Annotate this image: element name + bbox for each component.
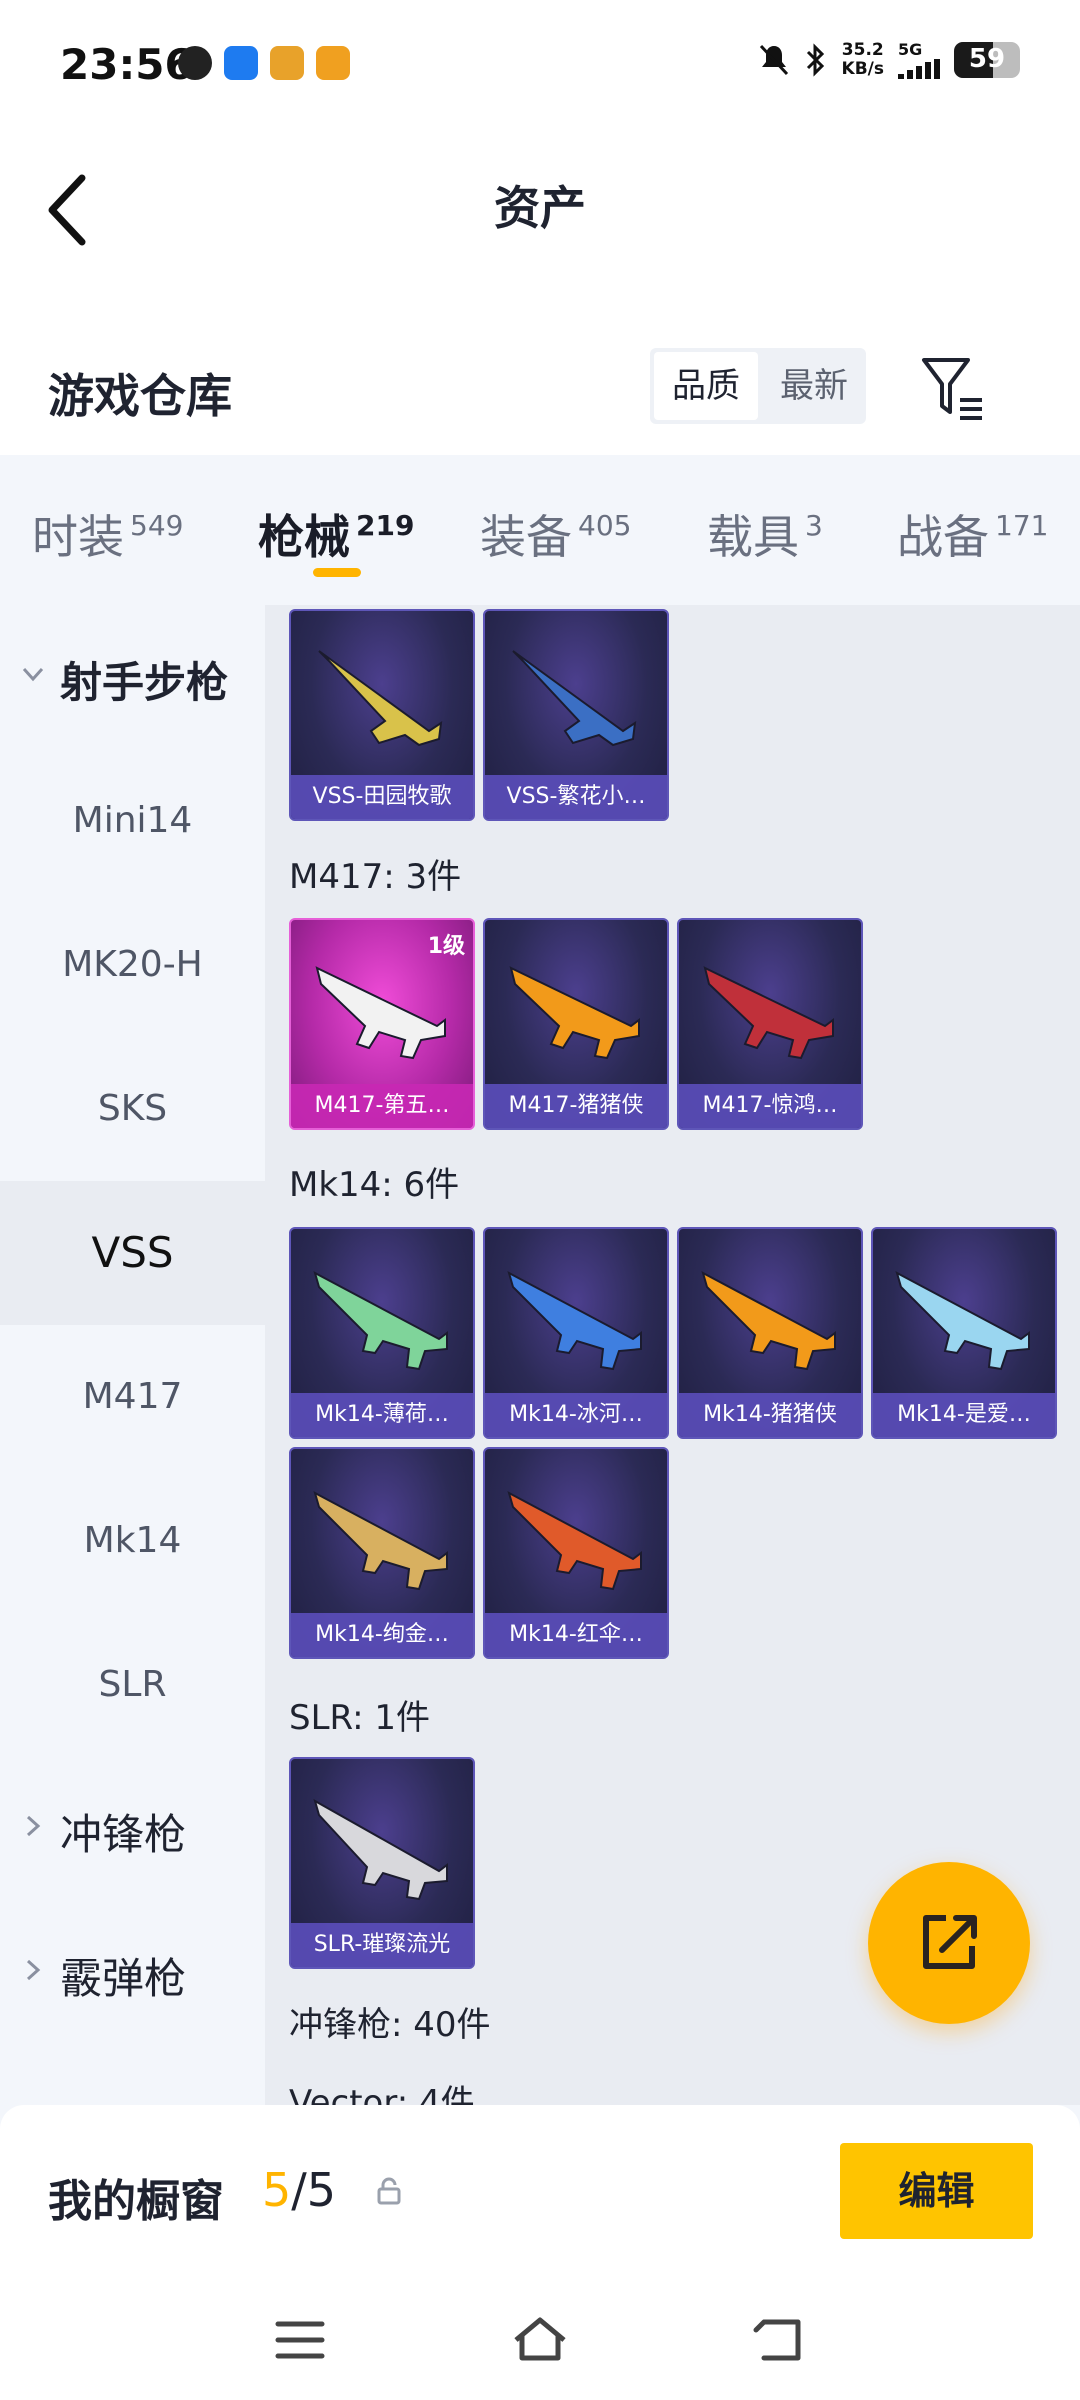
sidebar-item-slr[interactable]: SLR: [0, 1613, 265, 1757]
rifle-skin-icon: [507, 1491, 642, 1591]
my-showcase-bar: 我的橱窗 5/5 编辑: [0, 2105, 1080, 2280]
weapon-skin-card[interactable]: 1级 M417-第五…: [289, 918, 475, 1130]
page-title: 资产: [494, 181, 586, 235]
rifle-skin-icon: [509, 966, 640, 1060]
sidebar-group-smg[interactable]: 冲锋枪: [0, 1757, 265, 1901]
weapon-skin-card[interactable]: Mk14-红伞…: [483, 1447, 669, 1659]
vector-section-label: Vector: 4件: [289, 2083, 475, 2105]
weapon-type-sidebar: 射手步枪 Mini14 MK20-H SKS VSS M417 Mk14 SLR…: [0, 605, 265, 2105]
lock-icon: [377, 2177, 401, 2205]
tab-firearms[interactable]: 枪械 219: [258, 501, 414, 567]
bluetooth-icon: [806, 42, 824, 77]
rifle-skin-icon: [318, 650, 443, 747]
tab-vehicles[interactable]: 载具 3: [707, 501, 823, 567]
share-external-icon: [923, 1915, 977, 1969]
skin-name: Mk14-是爱…: [873, 1393, 1055, 1437]
sidebar-group-sniper[interactable]: 射手步枪: [0, 605, 265, 749]
back-icon[interactable]: [750, 2310, 810, 2370]
app-header: 资产: [0, 130, 1080, 330]
m417-section-label: M417: 3件: [289, 857, 462, 897]
sidebar-item-m417[interactable]: M417: [0, 1325, 265, 1469]
weapon-skin-card[interactable]: M417-猪猪侠: [483, 918, 669, 1130]
signal-indicator: 5G: [898, 40, 940, 79]
skin-name: VSS-田园牧歌: [291, 775, 473, 819]
rifle-skin-icon: [313, 1798, 448, 1901]
weapon-skin-card[interactable]: VSS-繁花小…: [483, 609, 669, 821]
system-nav-bar: [0, 2280, 1080, 2400]
skin-name: Mk14-冰河…: [485, 1393, 667, 1437]
weapon-skin-card[interactable]: Mk14-冰河…: [483, 1227, 669, 1439]
slr-section-label: SLR: 1件: [289, 1698, 430, 1738]
mk14-section-label: Mk14: 6件: [289, 1165, 460, 1205]
skin-name: M417-惊鸿…: [679, 1084, 861, 1128]
sidebar-item-mk20h[interactable]: MK20-H: [0, 893, 265, 1037]
home-icon[interactable]: [510, 2310, 570, 2370]
weapon-skin-card[interactable]: Mk14-猪猪侠: [677, 1227, 863, 1439]
tab-supplies[interactable]: 战备 171: [897, 501, 1048, 567]
sort-quality-option[interactable]: 品质: [654, 352, 758, 420]
skin-name: VSS-繁花小…: [485, 775, 667, 819]
showcase-title: 我的橱窗: [48, 2176, 224, 2227]
skin-name: M417-猪猪侠: [485, 1084, 667, 1128]
skin-name: Mk14-猪猪侠: [679, 1393, 861, 1437]
sidebar-group-shotgun[interactable]: 霰弹枪: [0, 1901, 265, 2045]
smg-section-label: 冲锋枪: 40件: [289, 2005, 491, 2045]
showcase-count: 5/5: [262, 2163, 337, 2217]
app-notification-icon: [178, 46, 212, 80]
chevron-right-icon: [26, 1815, 41, 1837]
chevron-right-icon: [26, 1959, 41, 1981]
skin-name: Mk14-薄荷…: [291, 1393, 473, 1437]
radio-notification-icon: [224, 46, 258, 80]
weapon-skin-card[interactable]: VSS-田园牧歌: [289, 609, 475, 821]
rifle-skin-icon: [703, 966, 834, 1060]
menu-icon[interactable]: [270, 2310, 330, 2370]
rifle-skin-icon: [701, 1271, 836, 1371]
clock: 23:56: [60, 40, 194, 89]
mute-icon: [759, 44, 788, 75]
edit-button[interactable]: 编辑: [840, 2143, 1033, 2239]
weapon-skin-card[interactable]: M417-惊鸿…: [677, 918, 863, 1130]
weapon-skin-card[interactable]: SLR-璀璨流光: [289, 1757, 475, 1969]
skin-level-badge: 1级: [427, 934, 465, 959]
sort-toggle: 品质 最新: [650, 348, 866, 424]
rifle-skin-icon: [313, 1491, 448, 1591]
sort-newest-option[interactable]: 最新: [762, 348, 866, 424]
active-tab-indicator: [313, 568, 361, 577]
rifle-skin-icon: [895, 1271, 1030, 1371]
skin-name: Mk14-绚金…: [291, 1613, 473, 1657]
skin-name: M417-第五…: [291, 1084, 473, 1128]
network-speed: 35.2 KB/s: [841, 39, 884, 79]
tab-equipment[interactable]: 装备 405: [480, 501, 631, 567]
status-indicators: 35.2 KB/s 5G 59: [758, 40, 1020, 79]
signal-bars-icon: [898, 59, 940, 79]
chevron-down-icon: [22, 667, 44, 682]
rifle-skin-icon: [507, 1271, 642, 1371]
rifle-skin-icon: [512, 650, 637, 747]
sidebar-item-mk14[interactable]: Mk14: [0, 1469, 265, 1613]
weapon-skin-card[interactable]: Mk14-薄荷…: [289, 1227, 475, 1439]
rifle-skin-icon: [313, 1271, 448, 1371]
filter-icon[interactable]: [918, 354, 988, 424]
status-bar: 23:56 35.2 KB/s 5G 59: [0, 0, 1080, 130]
share-button[interactable]: [868, 1862, 1030, 2024]
warehouse-title: 游戏仓库: [48, 369, 232, 423]
target-notification-icon: [316, 46, 350, 80]
sidebar-item-vss[interactable]: VSS: [0, 1181, 265, 1325]
warehouse-bar: 游戏仓库 品质 最新: [0, 330, 1080, 455]
weapon-skin-card[interactable]: Mk14-是爱…: [871, 1227, 1057, 1439]
category-tabs: 时装 549 枪械 219 装备 405 载具 3 战备 171: [0, 455, 1080, 605]
skin-name: Mk14-红伞…: [485, 1613, 667, 1657]
weapon-skin-card[interactable]: Mk14-绚金…: [289, 1447, 475, 1659]
battery-icon: 59: [954, 41, 1020, 78]
tab-fashion[interactable]: 时装 549: [32, 501, 183, 567]
sidebar-item-mini14[interactable]: Mini14: [0, 749, 265, 893]
sidebar-item-sks[interactable]: SKS: [0, 1037, 265, 1181]
skin-name: SLR-璀璨流光: [291, 1923, 473, 1967]
game-notification-icon: [270, 46, 304, 80]
